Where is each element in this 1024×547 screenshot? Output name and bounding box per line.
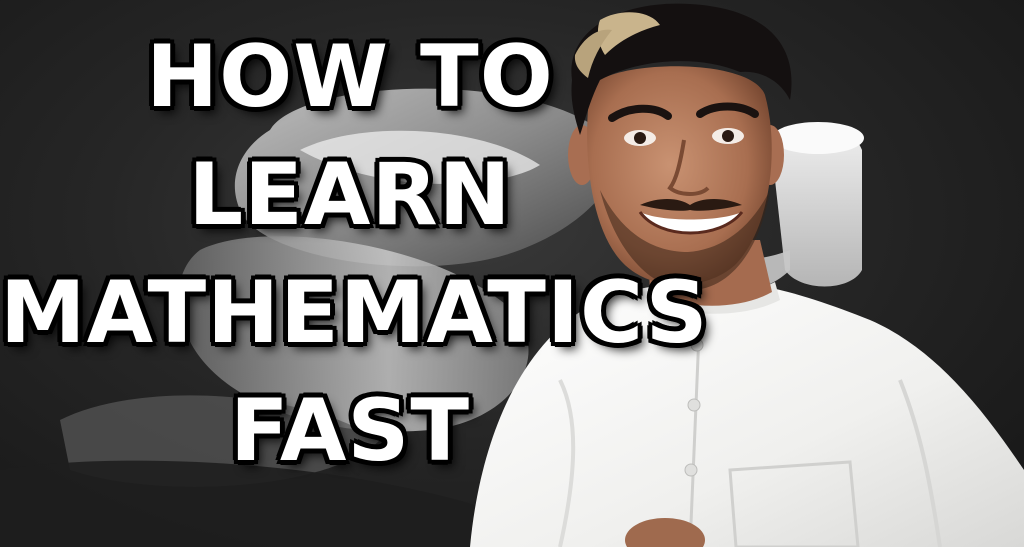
headline-line-4: FAST	[228, 380, 471, 483]
headline-line-2: LEARN	[187, 144, 512, 247]
headline-line-3: MATHEMATICS	[0, 262, 709, 365]
headline-line-1: HOW TO	[145, 26, 555, 129]
headline-text: HOW TO LEARN MATHEMATICS FAST	[0, 18, 709, 490]
video-thumbnail: HOW TO LEARN MATHEMATICS FAST	[0, 0, 1024, 547]
